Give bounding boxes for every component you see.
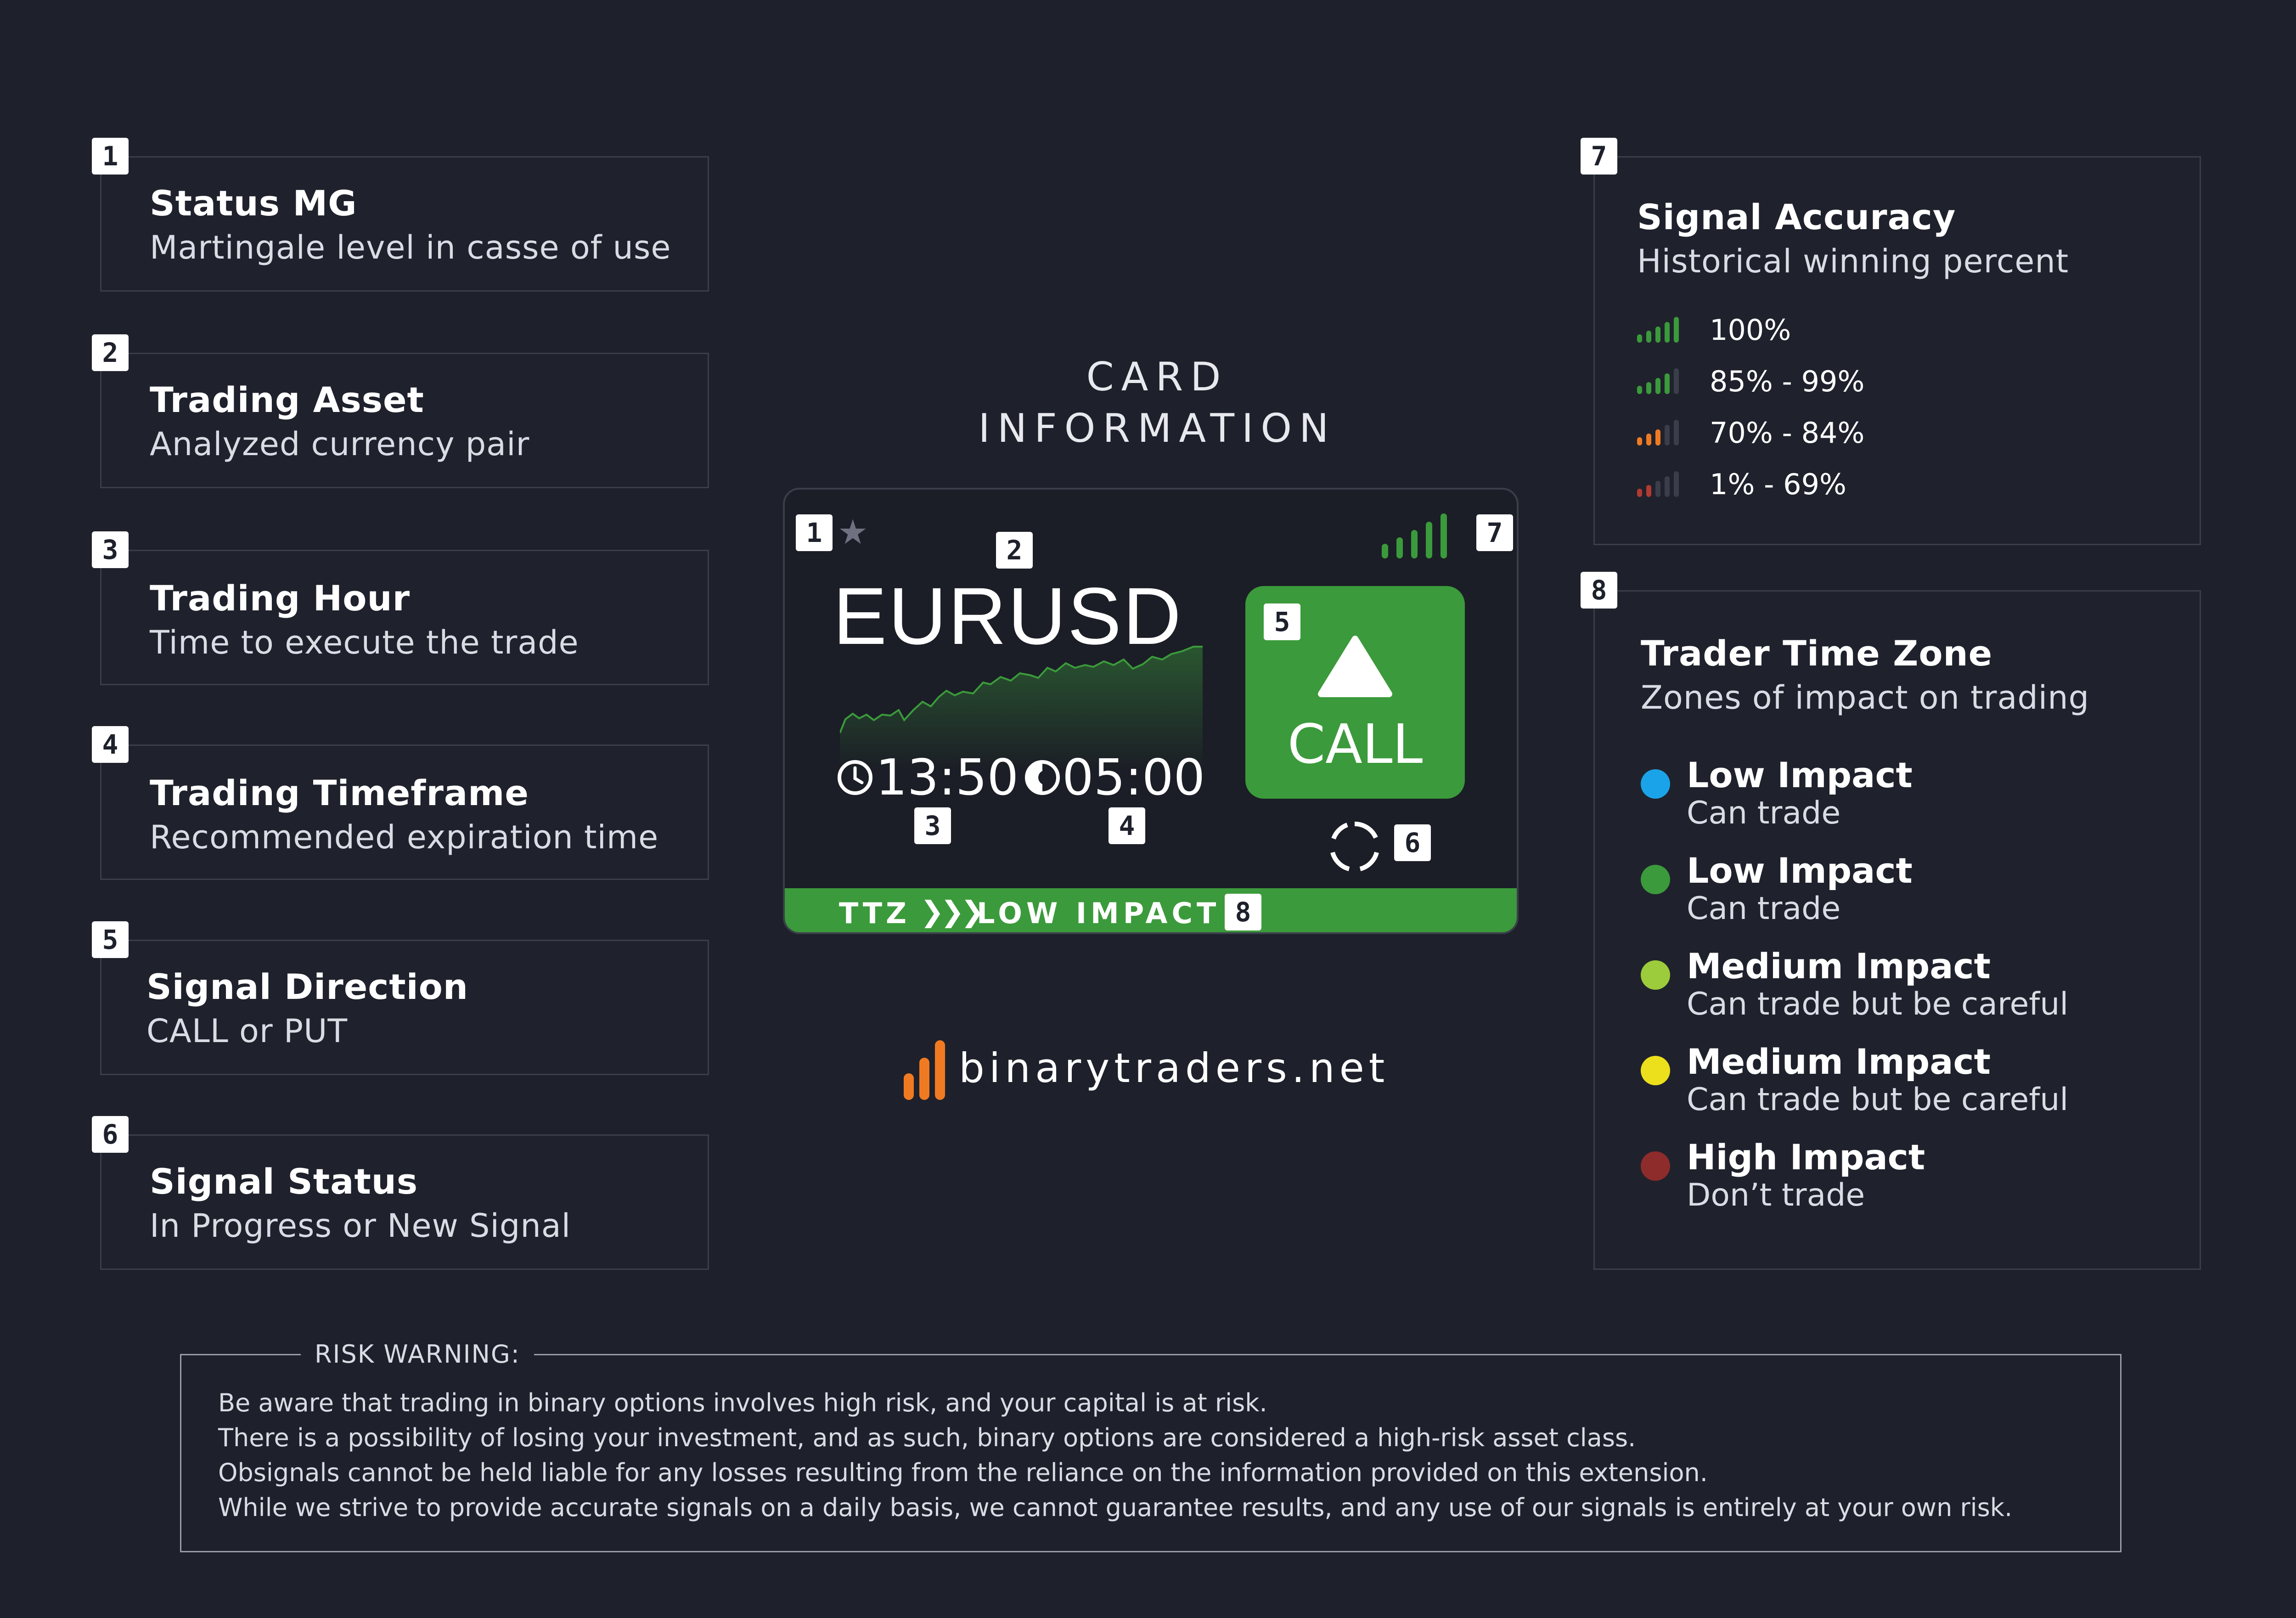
- risk-warning-box: RISK WARNING: Be aware that trading in b…: [180, 1340, 2122, 1552]
- time-zone-title: Trader Time Zone: [1641, 633, 1993, 674]
- feature-card-trading-asset: Trading Asset Analyzed currency pair: [100, 353, 709, 488]
- risk-warning-text: Be aware that trading in binary options …: [218, 1386, 2012, 1525]
- feature-card-trading-hour: Trading Hour Time to execute the trade: [100, 550, 709, 685]
- signal-bars-icon: [1637, 471, 1697, 497]
- trader-time-zone-panel: Trader Time Zone Zones of impact on trad…: [1593, 590, 2201, 1270]
- heading-line-2: INFORMATION: [978, 406, 1336, 451]
- risk-warning-line: Be aware that trading in binary options …: [218, 1388, 1267, 1417]
- feature-title: Trading Hour: [150, 578, 411, 619]
- accuracy-level-1-69: 1% - 69%: [1637, 461, 1846, 507]
- zone-description: Can trade but be careful: [1687, 986, 2069, 1022]
- star-icon: ★: [838, 513, 868, 552]
- heading-line-1: CARD: [1086, 354, 1228, 400]
- arrow-up-icon: [1318, 636, 1392, 697]
- ttz-label: TTZ: [839, 896, 910, 930]
- feature-title: Status MG: [150, 183, 357, 224]
- zone-title: Medium Impact: [1687, 946, 1991, 987]
- feature-description: Martingale level in casse of use: [150, 229, 671, 266]
- time-zone-number-badge: 8: [1581, 572, 1617, 609]
- card-badge-ttz: 8: [1225, 894, 1261, 930]
- signal-bars-icon: [1637, 368, 1697, 394]
- accuracy-level-label: 85% - 99%: [1710, 364, 1865, 398]
- accuracy-level-100: 100%: [1637, 307, 1791, 353]
- brand-name: binarytraders.net: [959, 1044, 1390, 1092]
- accuracy-level-label: 70% - 84%: [1710, 416, 1865, 450]
- card-badge-mg: 1: [796, 514, 833, 551]
- feature-description: CALL or PUT: [146, 1012, 348, 1050]
- direction-label: CALL: [1287, 712, 1423, 776]
- signal-accuracy-panel: Signal Accuracy Historical winning perce…: [1593, 156, 2201, 545]
- card-badge-time: 3: [914, 807, 951, 844]
- ttz-arrows-icon: ❯❯❯: [920, 895, 985, 928]
- zone-title: High Impact: [1687, 1137, 1925, 1178]
- risk-warning-title: RISK WARNING:: [301, 1340, 534, 1369]
- zone-title: Low Impact: [1687, 755, 1913, 795]
- status-spinner-icon: [1330, 821, 1379, 871]
- zone-dot-icon: [1641, 769, 1670, 799]
- feature-description: Time to execute the trade: [150, 624, 579, 661]
- risk-warning-line: Obsignals cannot be held liable for any …: [218, 1458, 1708, 1487]
- ttz-bar: TTZ ❯❯❯ LOW IMPACT 8: [785, 888, 1517, 932]
- feature-title: Trading Timeframe: [150, 772, 529, 813]
- zone-description: Don’t trade: [1687, 1177, 1865, 1213]
- card-badge-status: 6: [1394, 824, 1431, 861]
- feature-card-status-mg: Status MG Martingale level in casse of u…: [100, 156, 709, 292]
- zone-dot-icon: [1641, 960, 1670, 990]
- ttz-value: LOW IMPACT: [977, 896, 1221, 930]
- feature-card-trading-timeframe: Trading Timeframe Recommended expiration…: [100, 744, 709, 880]
- feature-number-badge: 5: [92, 921, 129, 958]
- feature-title: Trading Asset: [150, 379, 424, 420]
- zone-title: Low Impact: [1687, 850, 1913, 891]
- card-badge-asset: 2: [996, 532, 1033, 569]
- feature-number-badge: 1: [92, 138, 129, 175]
- timeframe-value: 05:00: [1062, 749, 1205, 806]
- signal-bars-icon: [1637, 317, 1697, 343]
- accuracy-level-label: 100%: [1710, 313, 1791, 347]
- feature-number-badge: 4: [92, 726, 129, 763]
- accuracy-description: Historical winning percent: [1637, 242, 2069, 280]
- zone-dot-icon: [1641, 865, 1670, 894]
- accuracy-title: Signal Accuracy: [1637, 197, 1956, 237]
- zone-description: Can trade but be careful: [1687, 1082, 2069, 1118]
- signal-bars-icon: [1637, 420, 1697, 445]
- feature-card-signal-direction: Signal Direction CALL or PUT: [100, 940, 709, 1075]
- timeframe-icon: [1025, 760, 1060, 795]
- card-badge-accuracy: 7: [1476, 514, 1513, 551]
- signal-card[interactable]: 1 ★ 2 EURUSD 13:50 05:00 3 4 5 CALL 6 7 …: [783, 488, 1519, 934]
- feature-description: In Progress or New Signal: [150, 1207, 571, 1245]
- brand-logo[interactable]: binarytraders.net: [904, 1036, 1389, 1100]
- card-badge-direction: 5: [1264, 603, 1300, 640]
- zone-description: Can trade: [1687, 795, 1841, 831]
- card-information-heading: CARD INFORMATION: [872, 351, 1442, 454]
- accuracy-number-badge: 7: [1581, 138, 1617, 175]
- feature-card-signal-status: Signal Status In Progress or New Signal: [100, 1134, 709, 1270]
- zone-title: Medium Impact: [1687, 1041, 1991, 1082]
- brand-bars-icon: [904, 1036, 945, 1100]
- feature-number-badge: 2: [92, 334, 129, 371]
- accuracy-level-label: 1% - 69%: [1710, 467, 1846, 501]
- accuracy-bars-icon: [1382, 513, 1447, 558]
- risk-warning-line: While we strive to provide accurate sign…: [218, 1493, 2013, 1522]
- time-zone-description: Zones of impact on trading: [1641, 679, 2090, 716]
- feature-number-badge: 6: [92, 1116, 129, 1153]
- clock-icon: [838, 760, 872, 795]
- feature-description: Recommended expiration time: [150, 818, 659, 856]
- feature-title: Signal Status: [150, 1161, 418, 1202]
- trade-time: 13:50: [876, 749, 1019, 806]
- zone-description: Can trade: [1687, 891, 1841, 927]
- risk-warning-line: There is a possibility of losing your in…: [218, 1423, 1636, 1452]
- call-button[interactable]: 5 CALL: [1245, 586, 1465, 799]
- feature-number-badge: 3: [92, 531, 129, 568]
- feature-title: Signal Direction: [146, 966, 469, 1007]
- accuracy-level-85-99: 85% - 99%: [1637, 358, 1864, 404]
- zone-dot-icon: [1641, 1151, 1670, 1181]
- zone-dot-icon: [1641, 1056, 1670, 1085]
- card-badge-timeframe: 4: [1109, 807, 1145, 844]
- feature-description: Analyzed currency pair: [150, 425, 530, 463]
- accuracy-level-70-84: 70% - 84%: [1637, 410, 1864, 456]
